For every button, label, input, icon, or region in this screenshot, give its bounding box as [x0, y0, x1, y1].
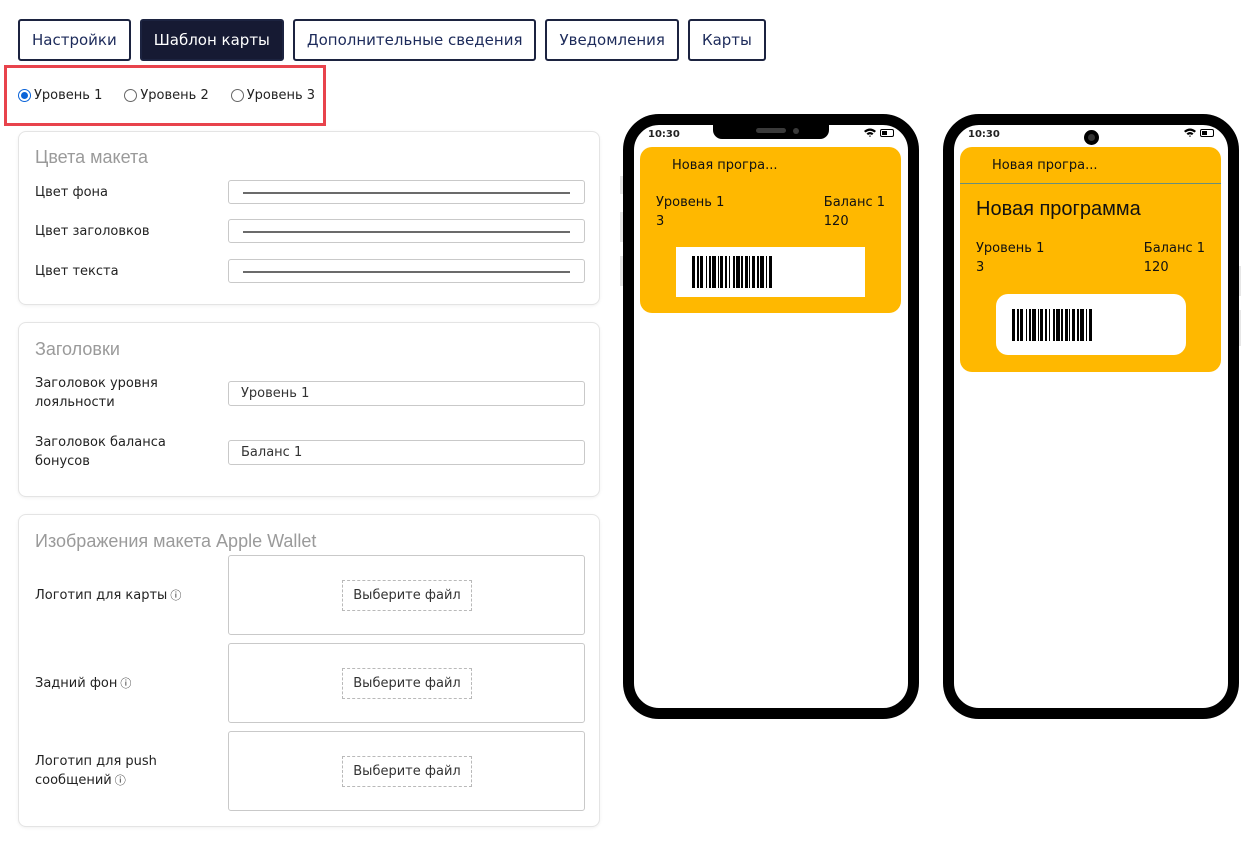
level-radio-group: Уровень 1 Уровень 2 Уровень 3 — [18, 88, 337, 103]
wallet-pass-card-expanded: Новая програ... Новая программа Уровень … — [960, 147, 1221, 372]
choose-file-button[interactable]: Выберите файл — [342, 668, 472, 699]
pass-level-value: 3 — [656, 214, 665, 229]
pass-balance-field: Баланс 1 120 — [824, 193, 885, 231]
tab-cards[interactable]: Карты — [687, 19, 766, 61]
images-card-title: Изображения макета Apple Wallet — [35, 531, 317, 551]
headers-card-title: Заголовки — [35, 339, 120, 359]
pass-balance-label: Баланс 1 — [1143, 241, 1205, 256]
pass-divider — [960, 183, 1221, 184]
loyalty-header-label: Заголовок уровня лояльности — [35, 376, 158, 410]
pass-level-value: 3 — [976, 260, 985, 275]
pass-balance-value: 120 — [823, 214, 849, 229]
level-3-label: Уровень 3 — [246, 88, 316, 103]
choose-file-button[interactable]: Выберите файл — [342, 580, 472, 611]
pass-balance-label: Баланс 1 — [823, 195, 885, 210]
text-color-input[interactable] — [228, 259, 585, 283]
status-time: 10:30 — [648, 129, 680, 140]
colors-card: Цвета макета Цвет фона Цвет заголовков Ц… — [18, 131, 600, 305]
headers-color-label: Цвет заголовков — [35, 224, 150, 239]
balance-header-label: Заголовок баланса бонусов — [35, 435, 166, 469]
color-swatch-line — [243, 192, 570, 194]
tab-card-template[interactable]: Шаблон карты — [139, 19, 284, 61]
camera — [793, 128, 799, 134]
status-icons — [864, 128, 894, 137]
color-swatch-line — [243, 231, 570, 233]
balance-header-input[interactable]: Баланс 1 — [228, 440, 585, 465]
info-icon[interactable]: ⓘ — [120, 677, 131, 690]
pass-level-field: Уровень 1 3 — [656, 193, 724, 231]
headers-card: Заголовки Заголовок уровня лояльности Ур… — [18, 322, 600, 497]
tab-notifications[interactable]: Уведомления — [545, 19, 679, 61]
pass-level-label: Уровень 1 — [976, 241, 1045, 256]
info-icon[interactable]: ⓘ — [115, 774, 126, 787]
level-1-label: Уровень 1 — [34, 88, 103, 103]
loyalty-header-input[interactable]: Уровень 1 — [228, 381, 585, 406]
barcode-box — [676, 247, 865, 297]
barcode — [692, 256, 772, 288]
wifi-icon — [864, 128, 876, 137]
status-icons — [1184, 128, 1214, 137]
pass-program-title: Новая программа — [976, 198, 1141, 220]
level-1-radio[interactable] — [18, 89, 31, 102]
colors-card-title: Цвета макета — [35, 147, 149, 167]
speaker — [756, 128, 786, 133]
wifi-icon — [1184, 128, 1196, 137]
level-1-option[interactable]: Уровень 1 — [18, 88, 102, 103]
color-swatch-line — [243, 271, 570, 273]
level-3-radio[interactable] — [230, 89, 244, 102]
battery-icon — [880, 128, 894, 137]
card-logo-upload[interactable]: Выберите файл — [228, 555, 585, 635]
background-color-label: Цвет фона — [35, 185, 108, 200]
push-logo-label-text: Логотип для push сообщений — [35, 754, 157, 788]
info-icon[interactable]: ⓘ — [170, 589, 181, 602]
phone-preview-notch: 10:30 Новая програ... Уровень 1 3 Баланс… — [623, 114, 919, 719]
level-3-option[interactable]: Уровень 3 — [230, 88, 316, 103]
headers-color-input[interactable] — [228, 219, 585, 243]
background-image-label-text: Задний фон — [35, 676, 118, 691]
pass-level-field: Уровень 1 3 — [976, 239, 1044, 277]
status-time: 10:30 — [968, 129, 1000, 140]
level-2-radio[interactable] — [124, 89, 138, 102]
level-2-label: Уровень 2 — [140, 88, 209, 103]
phone-preview-punch: 10:30 Новая програ... Новая программа Ур… — [943, 114, 1239, 719]
battery-icon — [1200, 128, 1214, 137]
tab-additional-info[interactable]: Дополнительные сведения — [292, 19, 537, 61]
choose-file-button[interactable]: Выберите файл — [342, 756, 472, 787]
background-image-label: Задний фон ⓘ — [35, 674, 205, 693]
push-logo-upload[interactable]: Выберите файл — [228, 731, 585, 811]
phone-notch — [713, 124, 829, 139]
background-color-input[interactable] — [228, 180, 585, 204]
text-color-label: Цвет текста — [35, 264, 119, 279]
tab-settings[interactable]: Настройки — [18, 19, 131, 61]
pass-program-name: Новая програ... — [992, 158, 1098, 173]
barcode-box — [996, 294, 1186, 355]
pass-level-label: Уровень 1 — [656, 195, 725, 210]
images-card: Изображения макета Apple Wallet Логотип … — [18, 514, 600, 827]
card-logo-label-text: Логотип для карты — [35, 588, 168, 603]
pass-balance-field: Баланс 1 120 — [1144, 239, 1205, 277]
wallet-pass-card: Новая програ... Уровень 1 3 Баланс 1 120 — [640, 147, 901, 313]
phone-camera — [1084, 130, 1099, 145]
push-logo-label: Логотип для push сообщений ⓘ — [35, 752, 165, 790]
pass-program-name: Новая програ... — [672, 158, 778, 173]
level-2-option[interactable]: Уровень 2 — [124, 88, 209, 103]
tab-bar: Настройки Шаблон карты Дополнительные св… — [18, 19, 766, 61]
pass-balance-value: 120 — [1143, 260, 1169, 275]
barcode-stripe — [1089, 309, 1092, 341]
barcode-stripe — [769, 256, 772, 288]
background-image-upload[interactable]: Выберите файл — [228, 643, 585, 723]
barcode — [1012, 309, 1092, 341]
card-logo-label: Логотип для карты ⓘ — [35, 586, 205, 605]
